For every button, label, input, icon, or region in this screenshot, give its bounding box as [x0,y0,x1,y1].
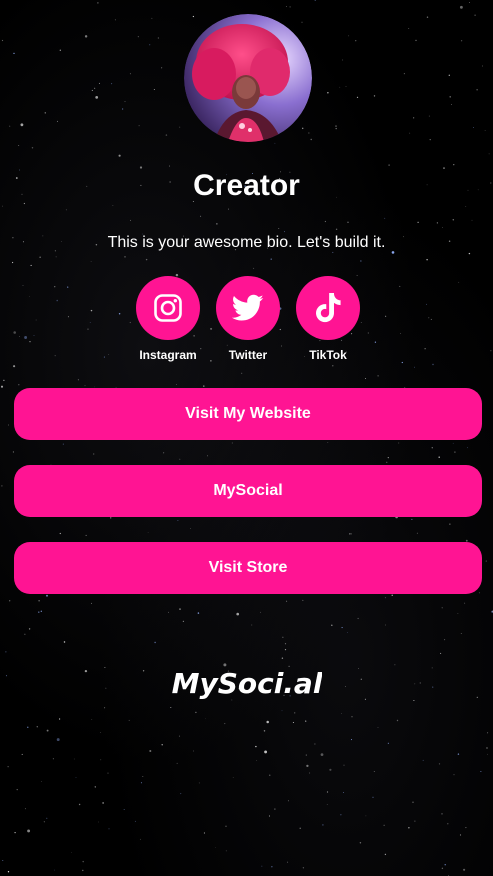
social-twitter-button[interactable] [216,276,280,340]
profile-content: Creator This is your awesome bio. Let's … [0,0,493,876]
instagram-icon [154,294,182,322]
link-mysocial-button[interactable]: MySocial [14,465,482,517]
brand-logo[interactable]: MySoci.al [0,660,493,715]
link-visit-store-button[interactable]: Visit Store [14,542,482,594]
link-visit-website-button[interactable]: Visit My Website [14,388,482,440]
social-instagram-button[interactable] [136,276,200,340]
social-twitter-label: Twitter [228,348,268,362]
page-root: Creator This is your awesome bio. Let's … [0,0,493,876]
avatar [184,14,312,142]
social-tiktok-label: TikTok [309,348,347,362]
social-tiktok-button[interactable] [296,276,360,340]
twitter-icon [232,294,264,321]
logo-text: MySoci.al [172,667,322,700]
mysocial-logo: MySoci.al [171,667,322,700]
social-instagram[interactable]: Instagram [128,276,208,362]
social-tiktok[interactable]: TikTok [288,276,368,362]
profile-name: Creator [193,169,300,202]
social-instagram-label: Instagram [139,348,197,362]
tiktok-icon [316,293,341,323]
profile-bio: This is your awesome bio. Let's build it… [107,234,386,251]
social-twitter[interactable]: Twitter [208,276,288,362]
social-links: Instagram Twitter TikTok [0,276,493,366]
avatar-image [184,14,312,142]
